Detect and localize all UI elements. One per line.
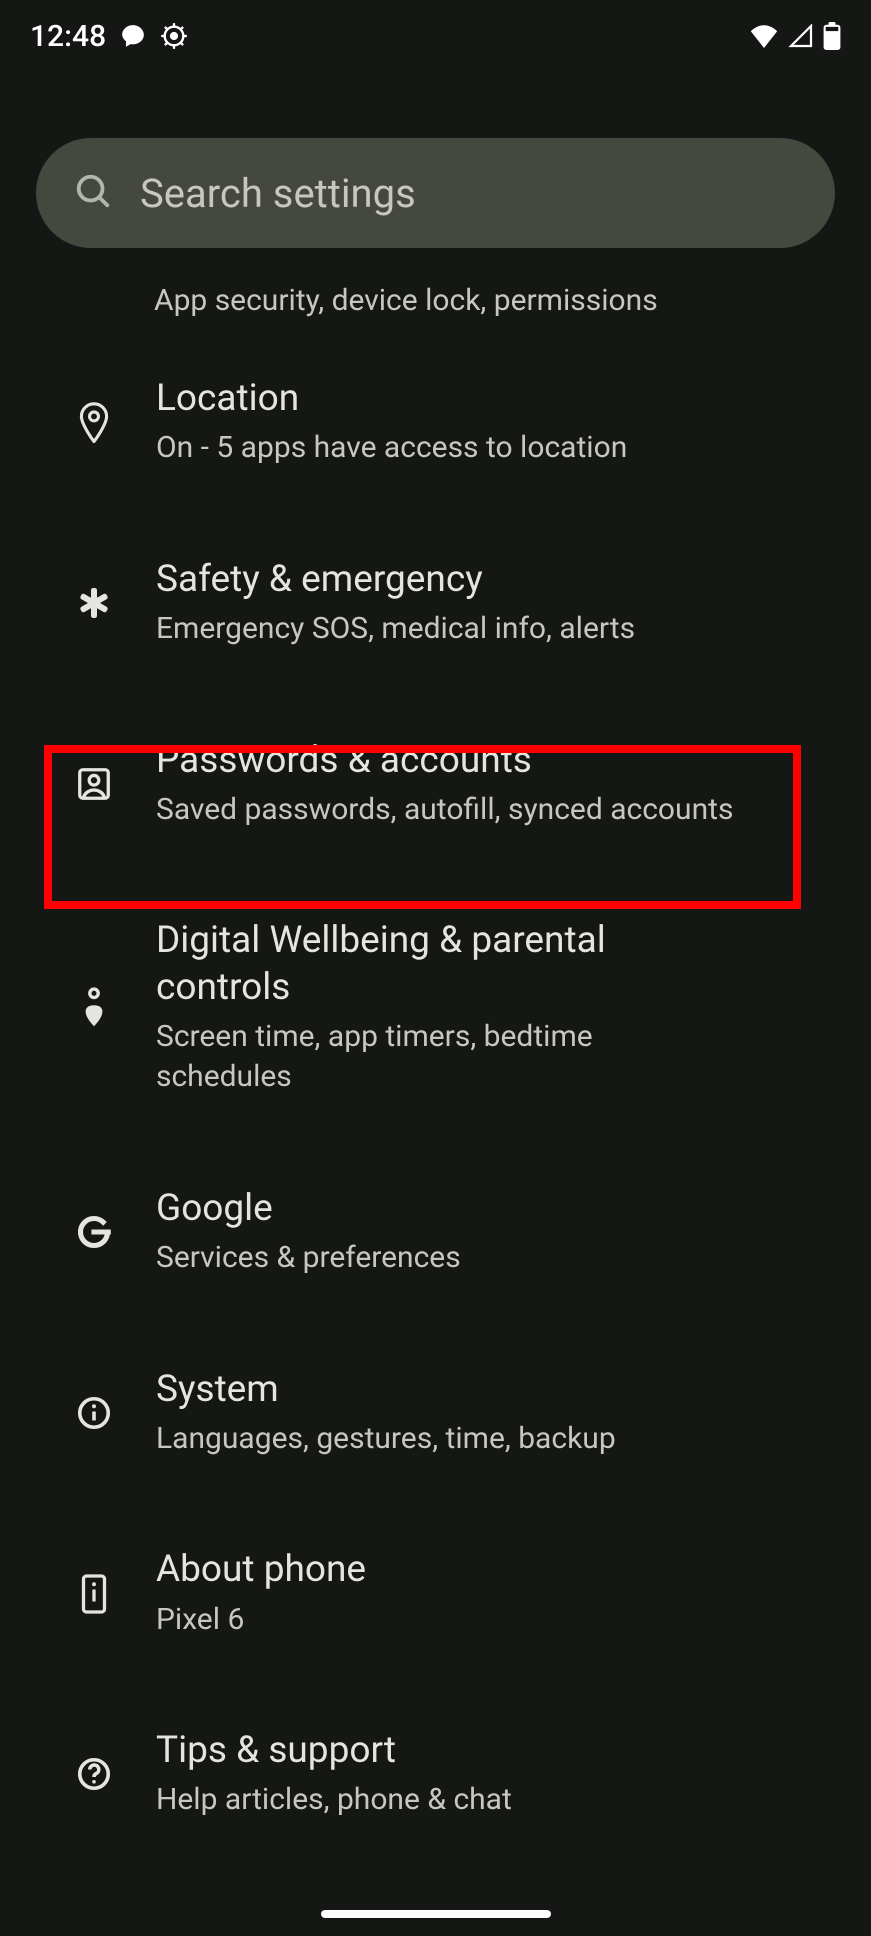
settings-item-google[interactable]: Google Services & preferences <box>0 1142 871 1323</box>
chat-bubble-icon <box>120 23 146 49</box>
status-bar: 12:48 <box>0 0 871 72</box>
item-subtitle: On - 5 apps have access to location <box>156 428 627 469</box>
settings-item-passwords[interactable]: Passwords & accounts Saved passwords, au… <box>0 694 871 875</box>
gesture-nav-bar[interactable] <box>321 1910 551 1918</box>
battery-icon <box>823 22 841 50</box>
settings-item-safety[interactable]: Safety & emergency Emergency SOS, medica… <box>0 513 871 694</box>
medical-asterisk-icon <box>66 575 122 631</box>
status-bar-right <box>749 22 841 50</box>
item-title: Passwords & accounts <box>156 738 733 784</box>
settings-item-wellbeing[interactable]: Digital Wellbeing & parental controls Sc… <box>0 874 871 1142</box>
item-subtitle: Pixel 6 <box>156 1600 366 1641</box>
item-subtitle: Saved passwords, autofill, synced accoun… <box>156 790 733 831</box>
item-title: Safety & emergency <box>156 557 635 603</box>
phone-info-icon <box>66 1566 122 1622</box>
item-subtitle: Languages, gestures, time, backup <box>156 1419 616 1460</box>
settings-item-system[interactable]: System Languages, gestures, time, backup <box>0 1323 871 1504</box>
item-title: System <box>156 1367 616 1413</box>
item-title: About phone <box>156 1547 366 1593</box>
item-subtitle: Emergency SOS, medical info, alerts <box>156 609 635 650</box>
cellular-signal-icon <box>787 24 815 48</box>
settings-item-location[interactable]: Location On - 5 apps have access to loca… <box>0 332 871 513</box>
settings-item-tips[interactable]: Tips & support Help articles, phone & ch… <box>0 1684 871 1865</box>
help-circle-icon <box>66 1746 122 1802</box>
google-g-icon <box>66 1204 122 1260</box>
item-subtitle: Screen time, app timers, bedtime schedul… <box>156 1017 716 1098</box>
account-box-icon <box>66 756 122 812</box>
status-clock: 12:48 <box>30 19 106 54</box>
search-settings-bar[interactable]: Search settings <box>36 138 835 248</box>
item-title: Location <box>156 376 627 422</box>
item-title: Digital Wellbeing & parental controls <box>156 918 716 1011</box>
item-subtitle: Help articles, phone & chat <box>156 1780 512 1821</box>
item-subtitle: Services & preferences <box>156 1238 461 1279</box>
location-pin-icon <box>66 394 122 450</box>
wifi-icon <box>749 24 779 48</box>
item-title: Tips & support <box>156 1728 512 1774</box>
search-icon <box>74 172 112 214</box>
settings-item-about-phone[interactable]: About phone Pixel 6 <box>0 1503 871 1684</box>
gear-debug-icon <box>160 22 188 50</box>
search-placeholder: Search settings <box>140 170 416 217</box>
item-title: Google <box>156 1186 461 1232</box>
settings-list[interactable]: App security, device lock, permissions L… <box>0 252 871 1936</box>
partial-item-subtitle[interactable]: App security, device lock, permissions <box>0 252 871 332</box>
status-bar-left: 12:48 <box>30 19 188 54</box>
info-circle-icon <box>66 1385 122 1441</box>
wellbeing-heart-icon <box>66 980 122 1036</box>
